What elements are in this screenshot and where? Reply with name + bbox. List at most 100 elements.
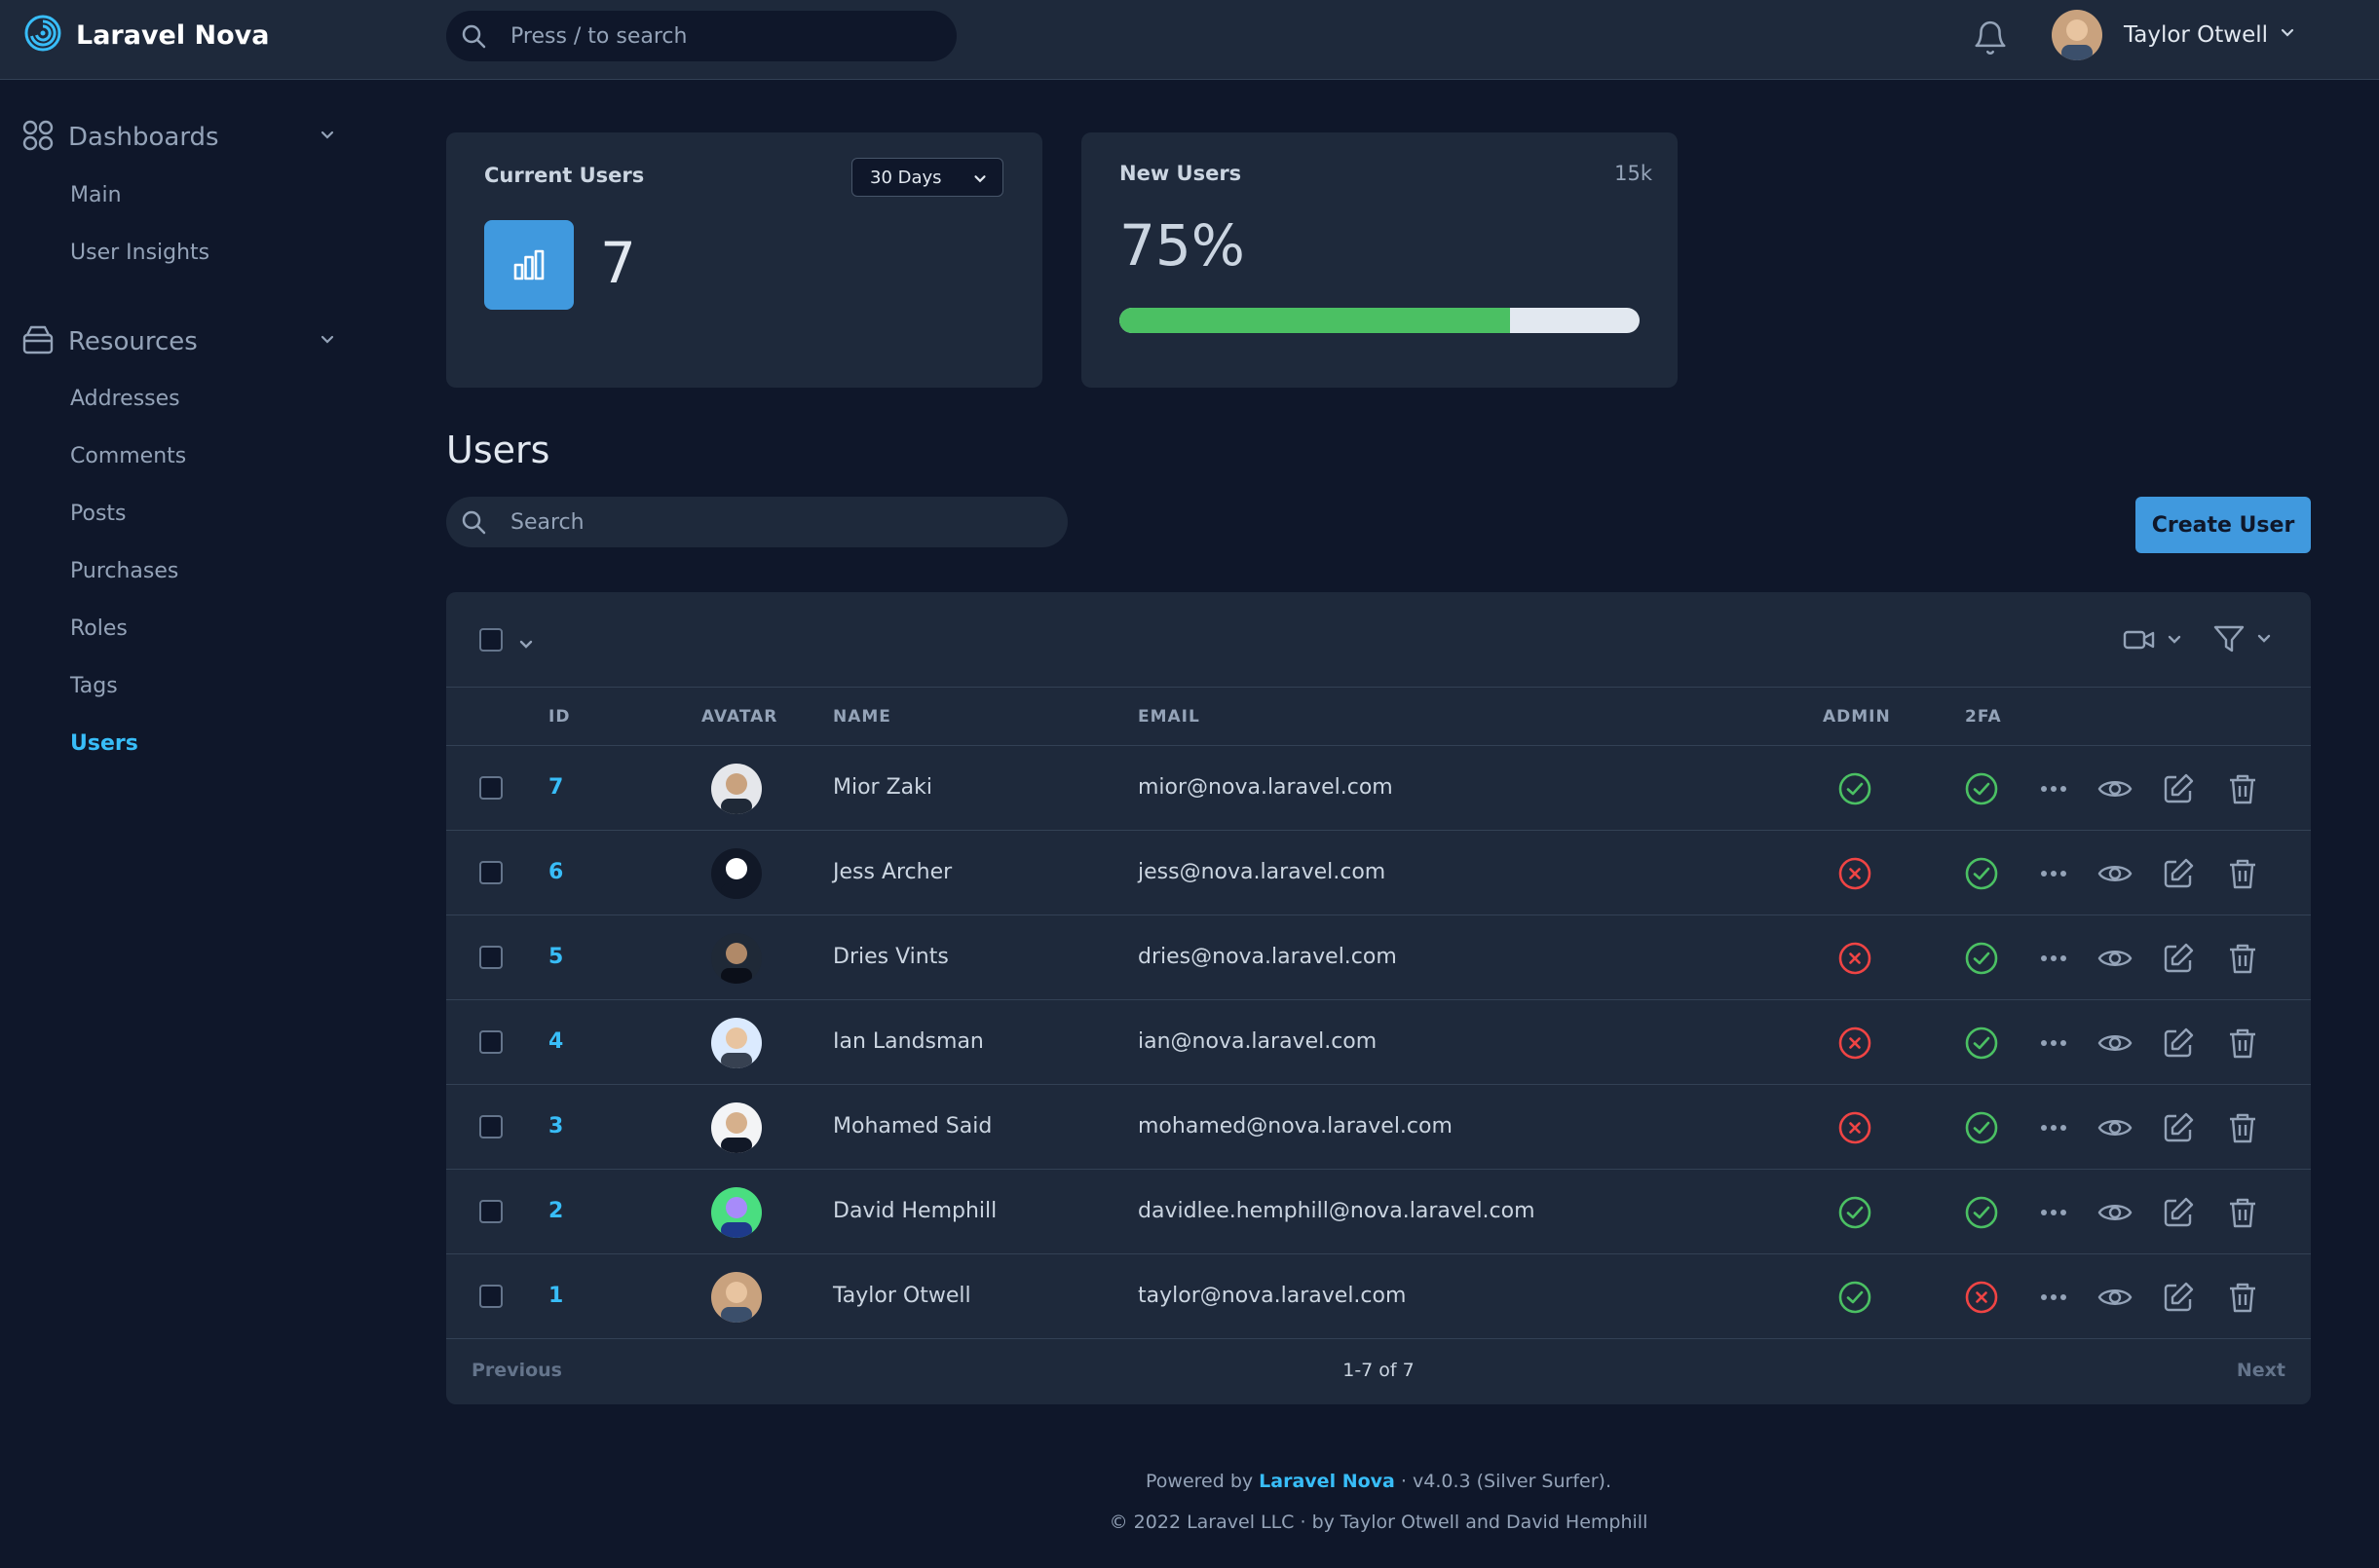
user-menu[interactable]: Taylor Otwell [2052,10,2297,60]
sidebar-item-comments[interactable]: Comments [70,444,186,468]
sidebar-item-posts[interactable]: Posts [70,502,127,526]
row-id-link[interactable]: 2 [548,1199,563,1223]
row-name: Dries Vints [833,945,949,969]
delete-trash-icon[interactable] [2225,941,2260,980]
view-eye-icon[interactable] [2096,856,2134,895]
sidebar-item-user-insights[interactable]: User Insights [70,241,209,265]
column-header-name[interactable]: NAME [833,707,891,727]
footer-copyright: © 2022 Laravel LLC · by Taylor Otwell an… [1109,1512,1648,1533]
row-checkbox[interactable] [479,946,503,969]
avatar [2052,10,2102,60]
global-search-placeholder: Press / to search [510,24,688,49]
row-id-link[interactable]: 5 [548,945,563,969]
view-eye-icon[interactable] [2096,1110,2134,1149]
card-title: New Users [1119,162,1242,185]
row-checkbox[interactable] [479,861,503,884]
filter-dropdown[interactable] [2211,621,2274,660]
row-checkbox[interactable] [479,1200,503,1223]
edit-icon[interactable] [2161,1280,2196,1319]
more-actions-icon[interactable] [2036,941,2071,980]
row-id-link[interactable]: 1 [548,1284,563,1308]
view-eye-icon[interactable] [2096,771,2134,810]
lens-dropdown[interactable] [2122,625,2184,658]
current-users-value: 7 [600,230,636,296]
chevron-down-icon [2165,630,2184,653]
row-id-link[interactable]: 6 [548,860,563,884]
table-row[interactable]: 1 Taylor Otwell taylor@nova.laravel.com [446,1254,2311,1339]
edit-icon[interactable] [2161,1195,2196,1234]
create-user-button[interactable]: Create User [2135,497,2311,553]
column-header-id[interactable]: ID [548,707,570,727]
row-email: davidlee.hemphill@nova.laravel.com [1138,1199,1535,1223]
view-eye-icon[interactable] [2096,1195,2134,1234]
sidebar-item-roles[interactable]: Roles [70,616,128,641]
row-id-link[interactable]: 7 [548,775,563,800]
sidebar-item-purchases[interactable]: Purchases [70,559,178,583]
row-id-link[interactable]: 3 [548,1114,563,1139]
delete-trash-icon[interactable] [2225,1195,2260,1234]
more-actions-icon[interactable] [2036,1110,2071,1149]
column-header-email[interactable]: EMAIL [1138,707,1200,727]
edit-icon[interactable] [2161,1026,2196,1064]
check-circle-icon [1837,771,1872,810]
column-header-2fa: 2FA [1965,707,2002,727]
edit-icon[interactable] [2161,941,2196,980]
edit-icon[interactable] [2161,771,2196,810]
sidebar-item-users[interactable]: Users [70,731,138,756]
table-row[interactable]: 3 Mohamed Said mohamed@nova.laravel.com [446,1085,2311,1170]
view-eye-icon[interactable] [2096,1026,2134,1064]
row-name: Jess Archer [833,860,953,884]
current-users-card: Current Users 30 Days 7 [446,132,1042,388]
global-search[interactable]: Press / to search [446,11,957,61]
edit-icon[interactable] [2161,1110,2196,1149]
new-users-percent: 75% [1119,212,1245,279]
delete-trash-icon[interactable] [2225,1110,2260,1149]
pagination-info: 1-7 of 7 [1342,1360,1415,1381]
table-row[interactable]: 5 Dries Vints dries@nova.laravel.com [446,915,2311,1000]
sidebar-item-tags[interactable]: Tags [70,674,118,698]
avatar [711,1102,762,1153]
row-name: Mohamed Said [833,1114,993,1139]
more-actions-icon[interactable] [2036,856,2071,895]
view-eye-icon[interactable] [2096,941,2134,980]
table-row[interactable]: 4 Ian Landsman ian@nova.laravel.com [446,1000,2311,1085]
row-email: jess@nova.laravel.com [1138,860,1386,884]
table-row[interactable]: 6 Jess Archer jess@nova.laravel.com [446,831,2311,915]
app-logo[interactable]: Laravel Nova [23,15,270,55]
delete-trash-icon[interactable] [2225,1026,2260,1064]
notifications-bell-icon[interactable] [1972,19,2009,60]
sidebar-group-dashboards[interactable]: Dashboards [21,119,343,156]
sidebar-item-addresses[interactable]: Addresses [70,387,180,411]
more-actions-icon[interactable] [2036,1026,2071,1064]
row-id-link[interactable]: 4 [548,1029,563,1054]
column-header-admin: ADMIN [1823,707,1891,727]
x-circle-icon [1837,1026,1872,1064]
edit-icon[interactable] [2161,856,2196,895]
row-checkbox[interactable] [479,1285,503,1308]
avatar [711,1018,762,1068]
footer-brand-link[interactable]: Laravel Nova [1259,1471,1395,1492]
row-checkbox[interactable] [479,776,503,800]
sidebar-group-resources[interactable]: Resources [21,323,343,360]
view-eye-icon[interactable] [2096,1280,2134,1319]
table-row[interactable]: 2 David Hemphill davidlee.hemphill@nova.la… [446,1170,2311,1254]
row-name: Mior Zaki [833,775,932,800]
range-select[interactable]: 30 Days [851,158,1003,197]
delete-trash-icon[interactable] [2225,1280,2260,1319]
table-row[interactable]: 7 Mior Zaki mior@nova.laravel.com [446,746,2311,831]
more-actions-icon[interactable] [2036,1280,2071,1319]
more-actions-icon[interactable] [2036,771,2071,810]
select-all-checkbox[interactable] [479,628,503,652]
next-page-button[interactable]: Next [2237,1360,2285,1381]
row-email: mohamed@nova.laravel.com [1138,1114,1453,1139]
delete-trash-icon[interactable] [2225,771,2260,810]
search-icon [460,22,487,54]
sidebar-item-main[interactable]: Main [70,183,122,207]
row-checkbox[interactable] [479,1115,503,1139]
more-actions-icon[interactable] [2036,1195,2071,1234]
chevron-down-icon[interactable] [516,635,536,658]
row-checkbox[interactable] [479,1030,503,1054]
range-select-value: 30 Days [870,168,942,188]
search-input[interactable] [510,508,1037,536]
delete-trash-icon[interactable] [2225,856,2260,895]
